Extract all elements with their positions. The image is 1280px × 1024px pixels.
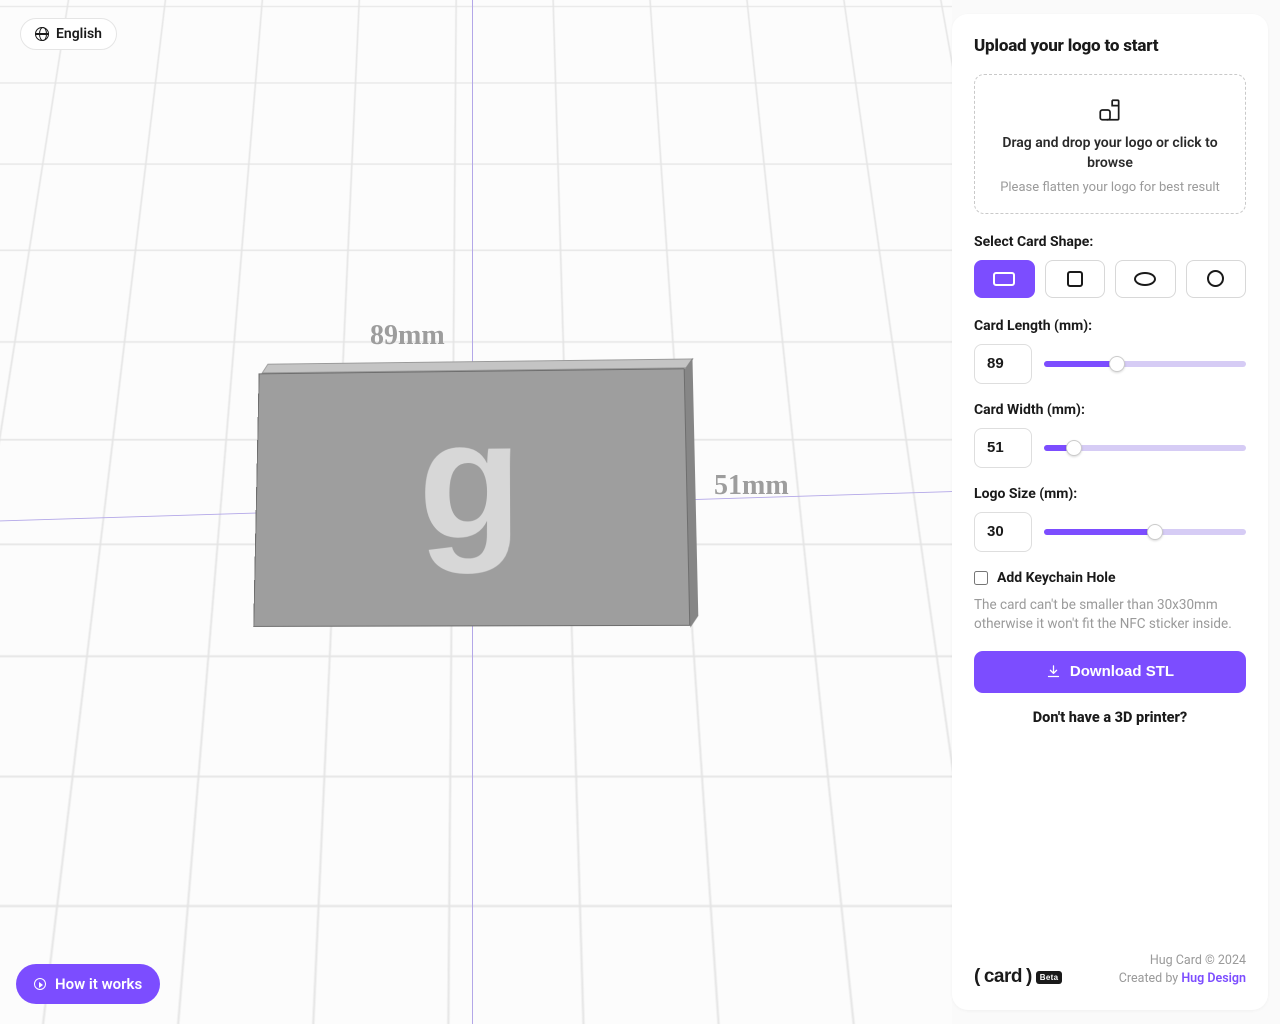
- square-icon: [1067, 271, 1083, 287]
- card-width-label: Card Width (mm):: [974, 402, 1246, 418]
- shape-options: [974, 260, 1246, 298]
- download-stl-button[interactable]: Download STL: [974, 651, 1246, 693]
- card-width-input[interactable]: [974, 428, 1032, 468]
- card-length-label: Card Length (mm):: [974, 318, 1246, 334]
- globe-icon: [35, 27, 49, 41]
- file-upload-icon: [1097, 97, 1123, 123]
- keychain-label[interactable]: Add Keychain Hole: [997, 570, 1116, 586]
- no-printer-link[interactable]: Don't have a 3D printer?: [974, 709, 1246, 726]
- dropzone-text-main: Drag and drop your logo or click to brow…: [989, 133, 1231, 174]
- how-it-works-label: How it works: [55, 975, 142, 993]
- copyright: Hug Card © 2024: [1119, 952, 1246, 970]
- logo-dropzone[interactable]: Drag and drop your logo or click to brow…: [974, 74, 1246, 214]
- hug-design-link[interactable]: Hug Design: [1181, 971, 1246, 986]
- keychain-checkbox[interactable]: [974, 571, 988, 585]
- logo-size-slider[interactable]: [1044, 523, 1246, 541]
- rectangle-icon: [993, 272, 1015, 286]
- download-icon: [1046, 664, 1061, 679]
- oval-icon: [1134, 272, 1156, 286]
- card-width-slider[interactable]: [1044, 439, 1246, 457]
- card-face: g: [253, 368, 690, 627]
- card-length-input[interactable]: [974, 344, 1032, 384]
- how-it-works-button[interactable]: How it works: [16, 964, 160, 1004]
- size-hint: The card can't be smaller than 30x30mm o…: [974, 596, 1246, 635]
- language-selector[interactable]: English: [20, 18, 117, 50]
- panel-title: Upload your logo to start: [974, 36, 1246, 56]
- logo-size-label: Logo Size (mm):: [974, 486, 1246, 502]
- shape-option-oval[interactable]: [1115, 260, 1176, 298]
- dropzone-text-hint: Please flatten your logo for best result: [989, 180, 1231, 195]
- footer: (card) Beta Hug Card © 2024 Created by H…: [974, 952, 1246, 988]
- logo-size-input[interactable]: [974, 512, 1032, 552]
- play-icon: [34, 978, 46, 990]
- settings-panel: Upload your logo to start Drag and drop …: [952, 14, 1268, 1010]
- beta-badge: Beta: [1036, 971, 1063, 984]
- created-by: Created by Hug Design: [1119, 970, 1246, 988]
- circle-icon: [1207, 270, 1224, 287]
- shape-option-circle[interactable]: [1186, 260, 1247, 298]
- download-label: Download STL: [1070, 663, 1174, 680]
- shape-option-rectangle[interactable]: [974, 260, 1035, 298]
- shape-option-square[interactable]: [1045, 260, 1106, 298]
- dimension-height-label: 51mm: [714, 470, 789, 502]
- logo-preview: g: [418, 430, 522, 531]
- language-label: English: [56, 26, 102, 42]
- card-mockup[interactable]: g: [253, 368, 690, 627]
- brand-logo: (card) Beta: [974, 966, 1062, 988]
- dimension-width-label: 89mm: [370, 320, 445, 352]
- canvas-3d-view[interactable]: 89mm 51mm g: [0, 0, 952, 1024]
- card-length-slider[interactable]: [1044, 355, 1246, 373]
- shape-section-label: Select Card Shape:: [974, 234, 1246, 250]
